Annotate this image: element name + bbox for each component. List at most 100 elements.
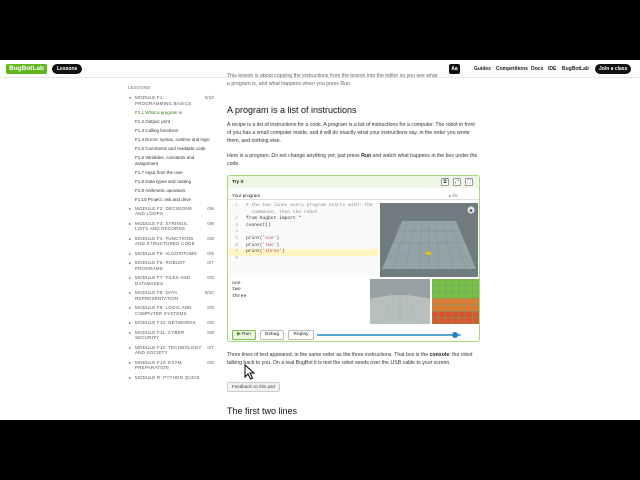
sidebar-module-item[interactable]: ▸ MODULE F4: FUNCTIONS AND STRUCTURED COD…	[128, 236, 214, 247]
sidebar-module-item[interactable]: ▸ MODULE F5: ALGORITHMS 0/9	[128, 251, 214, 257]
module-title: MODULE F6: ROBUST PROGRAMS	[135, 260, 186, 271]
grid-cell	[445, 285, 452, 292]
grid-cell	[445, 305, 452, 311]
module-progress: 0/9	[207, 250, 214, 256]
feedback-button[interactable]: Feedback on this part	[227, 382, 281, 392]
sidebar-module-item[interactable]: ▸ MODULE F6: ROBUST PROGRAMS 0/7	[128, 260, 214, 271]
chevron-right-icon: ▸	[129, 359, 132, 365]
code-line: 4	[235, 229, 238, 235]
grid-cell	[472, 305, 479, 311]
sidebar-lesson-item[interactable]: F1.10 Project: ask and drive	[128, 197, 214, 203]
grid-cell	[452, 285, 459, 292]
chevron-down-icon: ▾	[129, 95, 132, 100]
grid-cell	[445, 317, 452, 324]
grid-cell	[472, 298, 479, 305]
grid-cell	[465, 279, 472, 286]
fullscreen-icon[interactable]: ⤢	[453, 178, 461, 186]
module-title: MODULE F13: EXAM PREPARATION	[135, 359, 182, 371]
sidebar-lesson-item[interactable]: F1.7 Input from the user	[128, 170, 214, 176]
sidebar-lesson-item[interactable]: F1.6 Variables, constants and assignment	[128, 155, 214, 166]
grid-cell	[472, 317, 479, 324]
debug-button[interactable]: Debug	[260, 330, 284, 340]
replay-button[interactable]: Replay	[288, 330, 314, 340]
module-progress: 0/8	[207, 359, 214, 365]
module-title: MODULE F7: FILES AND DATABASES	[135, 275, 191, 286]
bugbotlab-logo[interactable]: BugBotLab	[6, 64, 48, 74]
grid-cell	[439, 279, 446, 286]
nav-link-bugbotlab[interactable]: BugBotLab	[562, 66, 589, 72]
run-button[interactable]: ▶ Run	[232, 330, 256, 340]
run-controls: ▶ Run Debug Replay	[228, 328, 479, 341]
grid-cell	[459, 305, 466, 311]
tab-your-program[interactable]: Your program	[232, 193, 260, 198]
copy-icon[interactable]: ⧉	[441, 178, 449, 186]
sidebar-lesson-item[interactable]: F1.9 Arithmetic operators	[128, 188, 214, 194]
module-title: MODULE F5: ALGORITHMS	[135, 250, 197, 256]
grid-cell	[445, 292, 452, 298]
speed-slider[interactable]	[317, 334, 461, 336]
module-progress: 0/8	[207, 329, 214, 335]
paragraph: Here is a program. Do not change anythin…	[227, 153, 478, 167]
sidebar-module-item[interactable]: ▸ MODULE F13: EXAM PREPARATION 0/8	[128, 360, 214, 371]
lesson-content: This lesson is about copying the instruc…	[227, 60, 480, 420]
sidebar-lesson-item[interactable]: F1.5 Comments and readable code	[128, 146, 214, 152]
chevron-right-icon: ▸	[129, 205, 132, 211]
chevron-right-icon: ▸	[129, 275, 132, 280]
join-class-button[interactable]: Join a class	[595, 64, 632, 74]
robot-icon	[426, 252, 431, 255]
grid-cell	[439, 317, 446, 324]
nav-link-competitions[interactable]: Competitions	[496, 66, 528, 72]
chevron-right-icon: ▸	[129, 305, 132, 310]
lessons-sidebar: LESSONS ▾ MODULE F1: PROGRAMMING BASICS …	[128, 85, 214, 420]
code-line: 5 print('one')	[235, 235, 280, 241]
console-output: one two three	[229, 279, 367, 327]
grid-cell	[459, 311, 466, 318]
intro-text: This lesson is about copying the instruc…	[227, 73, 438, 87]
module-title: MODULE F11: CYBER SECURITY	[135, 329, 185, 341]
grid-cell	[472, 311, 479, 318]
sidebar-lesson-item[interactable]: F1.3 Calling functions	[128, 128, 214, 134]
sidebar-heading: LESSONS	[128, 85, 151, 90]
module-progress: 0/7	[207, 260, 214, 265]
grid-cell	[465, 285, 472, 292]
code-editor[interactable]: 1 # the two lines every program starts wi…	[229, 203, 379, 276]
sidebar-lesson-item[interactable]: F1.4 Errors: syntax, runtime and logic	[128, 137, 214, 143]
sidebar-module-item[interactable]: ▸ MODULE F10: NETWORKS 0/8	[128, 320, 214, 326]
sidebar-lesson-item[interactable]: F1.2 Output: print	[128, 119, 214, 125]
code-line: 2 from bugbot import *	[235, 216, 302, 222]
sidebar-module-item[interactable]: ▸ MODULE F9: LOGIC AND COMPUTER SYSTEMS 0/…	[128, 305, 214, 316]
module-title: MODULE F1: PROGRAMMING BASICS	[135, 95, 192, 106]
grid-cell	[472, 285, 479, 292]
sidebar-module-item[interactable]: ▸ MODULE F11: CYBER SECURITY 0/8	[128, 330, 214, 341]
sidebar-module-item[interactable]: ▸ MODULE F3: STRINGS, LISTS AND RECORDS 0/…	[128, 221, 214, 232]
module-progress: 0/8	[207, 275, 214, 280]
svg-text:◉: ◉	[469, 208, 473, 213]
module-progress: 0/7	[207, 344, 214, 350]
file-menu[interactable]: ▸ file	[449, 193, 458, 199]
grid-cell	[465, 298, 472, 305]
nav-link-ide[interactable]: IDE	[548, 66, 556, 72]
code-line: 1 # the two lines every program starts wi…	[235, 203, 373, 208]
expand-icon[interactable]: ⛶	[465, 178, 473, 186]
sidebar-module-item[interactable]: ▸ MODULE R: PYTHON QUICK	[128, 375, 214, 381]
sidebar-module-item[interactable]: ▸ MODULE F7: FILES AND DATABASES 0/8	[128, 275, 214, 286]
grid-cell	[452, 279, 459, 286]
nav-link-docs[interactable]: Docs	[531, 66, 543, 72]
paragraph: Three lines of text appeared, in the sam…	[227, 352, 473, 366]
grid-cell	[439, 292, 446, 298]
lessons-button[interactable]: Lessons	[52, 64, 83, 74]
module-title: MODULE F12: TECHNOLOGY AND SOCIETY	[135, 344, 202, 356]
grid-cell	[432, 292, 439, 298]
sidebar-lesson-item[interactable]: F1.1 What a program is	[128, 110, 214, 116]
sidebar-lesson-item[interactable]: F1.8 Data types and casting	[128, 179, 214, 185]
module-title: MODULE F10: NETWORKS	[135, 320, 196, 325]
sidebar-module-f1[interactable]: ▾ MODULE F1: PROGRAMMING BASICS 0/10	[128, 95, 214, 106]
code-line: 7 print('three')	[229, 249, 379, 256]
sidebar-module-item[interactable]: ▸ MODULE F8: DATA REPRESENTATION 0/10	[128, 290, 214, 301]
sidebar-module-item[interactable]: ▸ MODULE F2: DECISIONS AND LOOPS 0/8	[128, 206, 214, 217]
sidebar-module-item[interactable]: ▸ MODULE F12: TECHNOLOGY AND SOCIETY 0/7	[128, 345, 214, 356]
speed-slider-handle[interactable]	[452, 332, 459, 338]
grid-cell	[459, 317, 466, 324]
grid-cell	[445, 298, 452, 305]
robot-3d-view[interactable]: ◉	[380, 203, 478, 277]
